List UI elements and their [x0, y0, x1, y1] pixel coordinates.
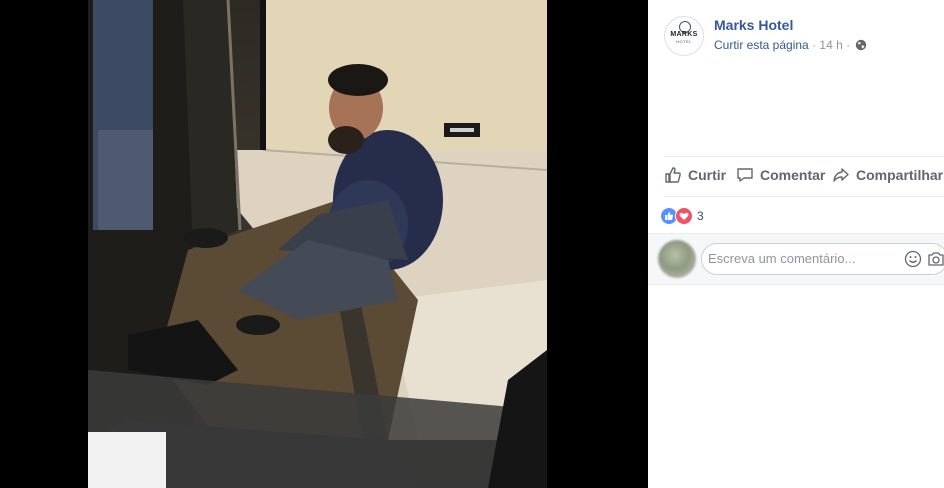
meta-separator: ·: [846, 38, 851, 52]
camera-icon[interactable]: [927, 250, 944, 268]
logo-wordmark: MARKS: [670, 31, 698, 38]
post-side-panel: MARKS HOTEL Marks Hotel Curtir esta pági…: [648, 0, 944, 488]
reactions-summary[interactable]: 3: [660, 206, 704, 226]
divider: [664, 196, 944, 197]
post-photo[interactable]: [88, 0, 547, 488]
user-avatar[interactable]: [658, 240, 696, 278]
thumbs-up-icon: [665, 167, 681, 183]
love-icon: [675, 207, 693, 225]
share-button[interactable]: Compartilhar: [832, 158, 943, 192]
post-header: MARKS HOTEL Marks Hotel Curtir esta pági…: [664, 16, 944, 56]
divider: [664, 156, 944, 157]
photo-viewer: [0, 0, 648, 488]
post-timestamp[interactable]: 14 h: [819, 38, 842, 52]
reaction-count: 3: [697, 209, 704, 223]
like-page-link[interactable]: Curtir esta página: [714, 38, 809, 52]
comment-button-label: Comentar: [760, 167, 826, 183]
share-button-label: Compartilhar: [856, 167, 944, 183]
post-meta: Curtir esta página · 14 h ·: [714, 38, 867, 52]
comment-button[interactable]: Comentar: [736, 158, 825, 192]
emoji-icon[interactable]: [904, 250, 922, 268]
meta-separator: ·: [812, 38, 817, 52]
post-action-bar: Curtir Comentar Compartilhar: [664, 158, 944, 192]
logo-subtitle: HOTEL: [676, 39, 692, 44]
like-button[interactable]: Curtir: [664, 158, 726, 192]
share-arrow-icon: [833, 168, 849, 182]
comment-icon: [737, 168, 753, 182]
photo-scene: [88, 0, 547, 488]
globe-icon[interactable]: [855, 39, 867, 51]
comment-composer: Escreva um comentário...: [648, 233, 944, 285]
like-button-label: Curtir: [688, 167, 727, 183]
comment-input[interactable]: Escreva um comentário...: [701, 243, 944, 275]
page-name-link[interactable]: Marks Hotel: [714, 17, 793, 33]
comment-placeholder: Escreva um comentário...: [708, 251, 856, 266]
page-avatar[interactable]: MARKS HOTEL: [664, 16, 704, 56]
